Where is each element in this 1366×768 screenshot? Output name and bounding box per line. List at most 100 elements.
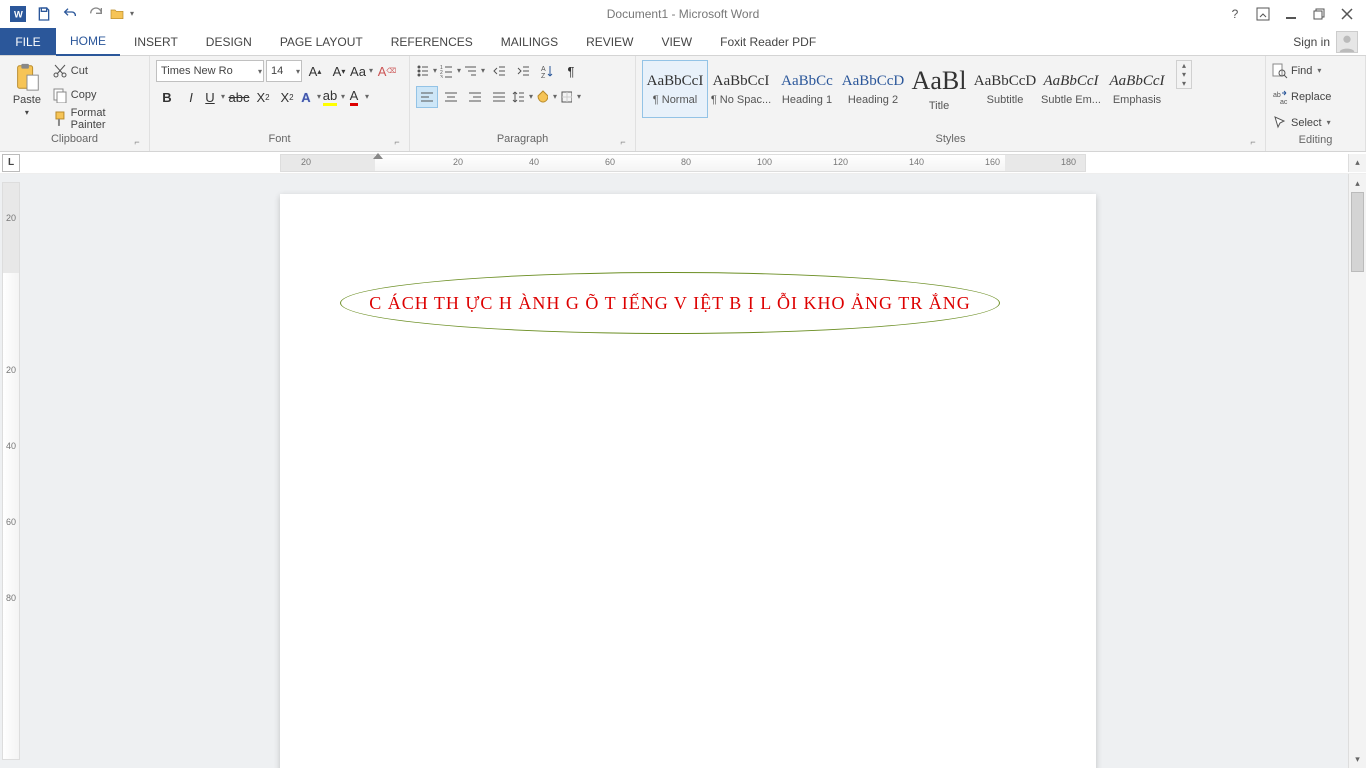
avatar-icon[interactable] — [1336, 31, 1358, 53]
vertical-scrollbar[interactable]: ▴ ▾ — [1348, 174, 1366, 768]
align-left-button[interactable] — [416, 86, 438, 108]
style-subtitle[interactable]: AaBbCcDSubtitle — [972, 60, 1038, 118]
font-color-button[interactable]: A — [348, 86, 370, 108]
paste-button[interactable]: Paste ▾ — [6, 60, 48, 117]
insert-tab[interactable]: INSERT — [120, 28, 192, 55]
style---normal[interactable]: AaBbCcI¶ Normal — [642, 60, 708, 118]
grow-font-button[interactable]: A▴ — [304, 60, 326, 82]
align-right-button[interactable] — [464, 86, 486, 108]
save-button[interactable] — [31, 3, 57, 25]
svg-text:ab: ab — [1273, 92, 1281, 99]
superscript-button[interactable]: X2 — [276, 86, 298, 108]
ruler-row: L 2020406080100120140160180 ▴ — [0, 152, 1366, 174]
paragraph-launcher[interactable]: ⌐ — [617, 137, 629, 149]
show-marks-button[interactable]: ¶ — [560, 60, 582, 82]
text-effects-button[interactable]: A — [300, 86, 322, 108]
open-folder-button[interactable] — [109, 3, 135, 25]
brush-icon — [52, 111, 68, 127]
shrink-font-button[interactable]: A▾ — [328, 60, 350, 82]
subscript-button[interactable]: X2 — [252, 86, 274, 108]
horizontal-ruler[interactable]: 2020406080100120140160180 — [280, 154, 1086, 172]
styles-launcher[interactable]: ⌐ — [1247, 137, 1259, 149]
help-button[interactable]: ? — [1222, 3, 1248, 25]
review-tab[interactable]: REVIEW — [572, 28, 647, 55]
font-launcher[interactable]: ⌐ — [391, 137, 403, 149]
style-subtle-em---[interactable]: AaBbCcISubtle Em... — [1038, 60, 1104, 118]
shading-button[interactable] — [536, 86, 558, 108]
cut-button[interactable]: Cut — [52, 60, 143, 82]
bold-button[interactable]: B — [156, 86, 178, 108]
ribbon-display-button[interactable] — [1250, 3, 1276, 25]
svg-text:W: W — [14, 9, 23, 19]
select-icon — [1272, 115, 1288, 131]
find-button[interactable]: Find — [1272, 60, 1322, 82]
editing-group: Find abac Replace Select Editing — [1266, 56, 1366, 151]
home-tab[interactable]: HOME — [56, 28, 120, 56]
window-title: Document1 - Microsoft Word — [0, 7, 1366, 21]
clipboard-launcher[interactable]: ⌐ — [131, 137, 143, 149]
scissors-icon — [52, 63, 68, 79]
select-button[interactable]: Select — [1272, 112, 1332, 134]
style-emphasis[interactable]: AaBbCcIEmphasis — [1104, 60, 1170, 118]
replace-button[interactable]: abac Replace — [1272, 86, 1331, 108]
references-tab[interactable]: REFERENCES — [377, 28, 487, 55]
word-icon: W — [5, 3, 31, 25]
minimize-button[interactable] — [1278, 3, 1304, 25]
paragraph-group: 123 AZ ¶ Paragraph⌐ — [410, 56, 636, 151]
vertical-ruler[interactable]: 2020406080 — [2, 182, 20, 760]
svg-text:3: 3 — [440, 75, 443, 78]
sign-in-link[interactable]: Sign in — [1293, 35, 1330, 49]
style-heading-1[interactable]: AaBbCcHeading 1 — [774, 60, 840, 118]
style-heading-2[interactable]: AaBbCcDHeading 2 — [840, 60, 906, 118]
design-tab[interactable]: DESIGN — [192, 28, 266, 55]
restore-button[interactable] — [1306, 3, 1332, 25]
increase-indent-button[interactable] — [512, 60, 534, 82]
bullets-button[interactable] — [416, 60, 438, 82]
borders-button[interactable] — [560, 86, 582, 108]
styles-group: AaBbCcI¶ NormalAaBbCcI¶ No Spac...AaBbCc… — [636, 56, 1266, 151]
clear-formatting-button[interactable]: A⌫ — [376, 60, 398, 82]
redo-button[interactable] — [83, 3, 109, 25]
foxit-tab[interactable]: Foxit Reader PDF — [706, 28, 830, 55]
sort-button[interactable]: AZ — [536, 60, 558, 82]
oval-shape[interactable]: C ÁCH TH ỰC H ÀNH G Õ T IẾNG V IỆT B Ị L… — [340, 272, 1000, 334]
quick-access-toolbar: W Document1 - Microsoft Word ? — [0, 0, 1366, 28]
copy-button[interactable]: Copy — [52, 84, 143, 106]
italic-button[interactable]: I — [180, 86, 202, 108]
tab-selector[interactable]: L — [2, 154, 20, 172]
font-name-box[interactable]: Times New Ro — [156, 60, 264, 82]
scroll-thumb[interactable] — [1351, 192, 1364, 272]
strikethrough-button[interactable]: abc — [228, 86, 250, 108]
ruler-toggle[interactable]: ▴ — [1348, 154, 1366, 172]
styles-gallery[interactable]: AaBbCcI¶ NormalAaBbCcI¶ No Spac...AaBbCc… — [642, 60, 1170, 118]
font-group: Times New Ro 14 A▴ A▾ Aa A⌫ B I U abc X2… — [150, 56, 410, 151]
page-layout-tab[interactable]: PAGE LAYOUT — [266, 28, 377, 55]
file-tab[interactable]: FILE — [0, 28, 56, 55]
svg-text:ac: ac — [1280, 99, 1288, 105]
undo-button[interactable] — [57, 3, 83, 25]
style---no-spac---[interactable]: AaBbCcI¶ No Spac... — [708, 60, 774, 118]
replace-icon: abac — [1272, 89, 1288, 105]
numbering-button[interactable]: 123 — [440, 60, 462, 82]
align-center-button[interactable] — [440, 86, 462, 108]
style-title[interactable]: AaBlTitle — [906, 60, 972, 118]
format-painter-button[interactable]: Format Painter — [52, 108, 143, 130]
underline-button[interactable]: U — [204, 86, 226, 108]
ribbon-tabs: FILE HOME INSERT DESIGN PAGE LAYOUT REFE… — [0, 28, 1366, 56]
clipboard-group: Paste ▾ Cut Copy Format Painter Clipboar… — [0, 56, 150, 151]
close-button[interactable] — [1334, 3, 1360, 25]
document-area: 2020406080 C ÁCH TH ỰC H ÀNH G Õ T IẾNG … — [0, 174, 1366, 768]
justify-button[interactable] — [488, 86, 510, 108]
highlight-button[interactable]: ab — [324, 86, 346, 108]
decrease-indent-button[interactable] — [488, 60, 510, 82]
styles-scroll[interactable]: ▴▾▾ — [1176, 60, 1192, 89]
change-case-button[interactable]: Aa — [352, 60, 374, 82]
oval-text[interactable]: C ÁCH TH ỰC H ÀNH G Õ T IẾNG V IỆT B Ị L… — [369, 293, 970, 314]
line-spacing-button[interactable] — [512, 86, 534, 108]
mailings-tab[interactable]: MAILINGS — [487, 28, 572, 55]
font-size-box[interactable]: 14 — [266, 60, 302, 82]
svg-text:Z: Z — [541, 73, 546, 78]
view-tab[interactable]: VIEW — [647, 28, 706, 55]
page[interactable]: C ÁCH TH ỰC H ÀNH G Õ T IẾNG V IỆT B Ị L… — [280, 194, 1096, 768]
multilevel-button[interactable] — [464, 60, 486, 82]
